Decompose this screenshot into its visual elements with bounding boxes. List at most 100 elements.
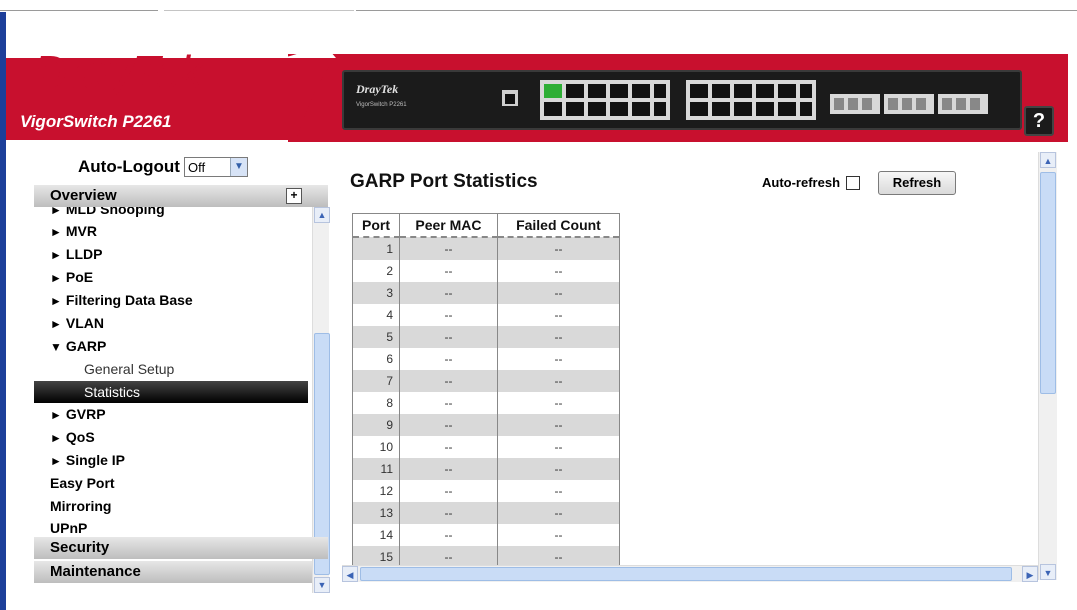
cell-failed-count: -- xyxy=(497,260,619,282)
triangle-right-icon: ► xyxy=(50,454,62,468)
scroll-down-icon[interactable]: ▼ xyxy=(1040,564,1056,580)
product-name: VigorSwitch P2261 xyxy=(20,112,172,131)
table-row: 9 -- -- xyxy=(353,414,619,436)
cell-peer-mac: -- xyxy=(399,326,498,348)
auto-logout-label: Auto-Logout xyxy=(78,157,180,176)
scrollbar-thumb[interactable] xyxy=(1040,172,1056,394)
section-maintenance[interactable]: Maintenance xyxy=(34,561,312,583)
auto-refresh-checkbox[interactable] xyxy=(846,175,861,190)
cell-peer-mac: -- xyxy=(399,414,498,436)
triangle-right-icon: ► xyxy=(50,431,62,445)
cell-peer-mac: -- xyxy=(399,260,498,282)
table-row: 3 -- -- xyxy=(353,282,619,304)
refresh-button[interactable]: Refresh xyxy=(878,171,956,195)
scroll-up-icon[interactable]: ▲ xyxy=(1040,152,1056,168)
cell-port: 9 xyxy=(353,414,400,436)
sidebar-item-label: MVR xyxy=(65,223,98,239)
section-overview[interactable]: Overview + xyxy=(34,185,328,207)
scrollbar-thumb[interactable] xyxy=(360,567,1012,581)
sidebar-item-general-setup[interactable]: General Setup xyxy=(84,361,174,377)
cell-port: 7 xyxy=(353,370,400,392)
sidebar-item-lldp[interactable]: ► LLDP xyxy=(50,246,102,262)
main-vertical-scrollbar[interactable]: ▲ ▼ xyxy=(1038,152,1057,580)
sidebar-item-mvr[interactable]: ► MVR xyxy=(50,223,97,239)
table-body: 1 -- -- 2 -- -- 3 -- -- 4 -- -- 5 -- -- 6 -- -- 7 -- -- 8 -- --… xyxy=(353,237,619,568)
cell-port: 5 xyxy=(353,326,400,348)
cell-peer-mac: -- xyxy=(399,348,498,370)
cell-peer-mac: -- xyxy=(399,524,498,546)
scroll-left-icon[interactable]: ◀ xyxy=(342,566,358,582)
auto-refresh-label: Auto-refresh xyxy=(762,175,841,190)
sidebar-item-statistics[interactable]: Statistics xyxy=(34,381,308,403)
cell-failed-count: -- xyxy=(497,502,619,524)
expand-plus-icon[interactable]: + xyxy=(286,188,302,204)
cell-peer-mac: -- xyxy=(399,502,498,524)
cell-peer-mac: -- xyxy=(399,370,498,392)
sidebar-item-label: GVRP xyxy=(65,406,106,422)
table-row: 7 -- -- xyxy=(353,370,619,392)
sidebar-item-mld-snooping[interactable]: ► MLD Snooping xyxy=(50,207,165,217)
sidebar-item-qos[interactable]: ► QoS xyxy=(50,429,95,445)
main-content: GARP Port Statistics Auto-refresh Refres… xyxy=(340,155,1040,585)
logo-text-dray: Dray xyxy=(34,46,133,98)
auto-logout-select[interactable]: Off ▼ xyxy=(183,157,248,177)
cell-peer-mac: -- xyxy=(399,392,498,414)
table-header-row: Port Peer MAC Failed Count xyxy=(353,214,619,238)
sidebar-item-filtering-data-base[interactable]: ► Filtering Data Base xyxy=(50,292,193,308)
cell-peer-mac: -- xyxy=(399,480,498,502)
cell-failed-count: -- xyxy=(497,458,619,480)
sidebar: Auto-Logout Off ▼ Overview + ► MLD Snoopi… xyxy=(34,155,330,593)
sidebar-scrollbar[interactable]: ▲ ▼ xyxy=(312,207,330,593)
sidebar-item-upnp[interactable]: UPnP xyxy=(50,520,87,536)
triangle-right-icon: ► xyxy=(50,225,62,239)
help-button[interactable]: ? xyxy=(1024,106,1054,136)
auto-logout-control: Auto-Logout Off ▼ xyxy=(78,155,248,179)
cell-failed-count: -- xyxy=(497,436,619,458)
garp-statistics-table: Port Peer MAC Failed Count 1 -- -- 2 -- -- 3 --… xyxy=(352,213,620,570)
chevron-down-icon[interactable]: ▼ xyxy=(229,158,247,176)
triangle-right-icon: ► xyxy=(50,317,62,331)
cell-failed-count: -- xyxy=(497,348,619,370)
cell-port: 14 xyxy=(353,524,400,546)
sidebar-item-label: QoS xyxy=(65,429,95,445)
sidebar-item-label: MLD Snooping xyxy=(65,207,165,217)
scroll-right-icon[interactable]: ▶ xyxy=(1022,566,1038,582)
sidebar-item-garp[interactable]: ▼ GARP xyxy=(50,338,106,354)
section-overview-label: Overview xyxy=(50,187,117,204)
header-banner: DrayTek VigorSwitch P2261 DrayTek VigorS… xyxy=(6,12,1077,142)
sidebar-item-label: VLAN xyxy=(65,315,105,331)
column-header-failed-count: Failed Count xyxy=(497,214,619,238)
column-header-port: Port xyxy=(353,214,400,238)
sidebar-item-poe[interactable]: ► PoE xyxy=(50,269,93,285)
auto-logout-value: Off xyxy=(187,159,206,175)
frame-tab-divider xyxy=(0,10,158,11)
sidebar-item-gvrp[interactable]: ► GVRP xyxy=(50,406,106,422)
cell-port: 11 xyxy=(353,458,400,480)
auto-refresh-control: Auto-refresh xyxy=(762,175,861,190)
triangle-right-icon: ► xyxy=(50,294,62,308)
triangle-down-icon: ▼ xyxy=(50,340,62,354)
switch-ports-graphic xyxy=(502,80,988,120)
triangle-right-icon: ► xyxy=(50,408,62,422)
cell-port: 6 xyxy=(353,348,400,370)
cell-failed-count: -- xyxy=(497,414,619,436)
section-security[interactable]: Security xyxy=(34,537,328,559)
table-row: 13 -- -- xyxy=(353,502,619,524)
cell-port: 13 xyxy=(353,502,400,524)
cell-peer-mac: -- xyxy=(399,304,498,326)
triangle-right-icon: ► xyxy=(50,271,62,285)
sidebar-item-vlan[interactable]: ► VLAN xyxy=(50,315,104,331)
cell-failed-count: -- xyxy=(497,524,619,546)
scroll-up-icon[interactable]: ▲ xyxy=(314,207,330,223)
table-row: 4 -- -- xyxy=(353,304,619,326)
cell-failed-count: -- xyxy=(497,392,619,414)
cell-failed-count: -- xyxy=(497,282,619,304)
scroll-down-icon[interactable]: ▼ xyxy=(314,577,330,593)
main-horizontal-scrollbar[interactable]: ◀ ▶ xyxy=(342,565,1038,582)
table-row: 5 -- -- xyxy=(353,326,619,348)
sidebar-item-single-ip[interactable]: ► Single IP xyxy=(50,452,125,468)
sidebar-item-mirroring[interactable]: Mirroring xyxy=(50,498,111,514)
draytek-logo: DrayTek xyxy=(34,45,203,99)
sidebar-item-easy-port[interactable]: Easy Port xyxy=(50,475,115,491)
cell-failed-count: -- xyxy=(497,370,619,392)
